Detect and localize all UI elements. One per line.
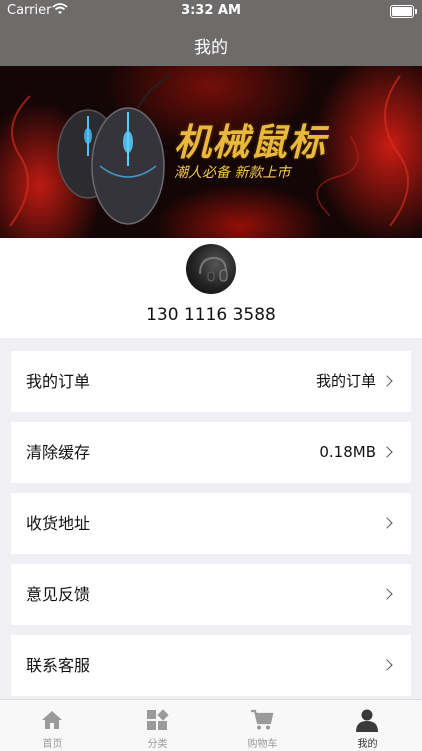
chevron-right-icon	[381, 659, 393, 671]
profile-section: 130 1116 3588	[0, 238, 422, 338]
cart-icon	[251, 709, 274, 730]
status-time: 3:32 AM	[181, 3, 241, 18]
menu-row-orders[interactable]: 我的订单 我的订单	[11, 351, 411, 412]
menu-row-label: 收货地址	[26, 514, 91, 533]
battery-icon	[390, 5, 417, 18]
chevron-right-icon	[381, 446, 393, 458]
status-bar: Carrier 3:32 AM	[0, 0, 422, 22]
menu-row-support[interactable]: 联系客服	[11, 635, 411, 696]
profile-icon	[356, 709, 378, 732]
menu-row-clear-cache[interactable]: 清除缓存 0.18MB	[11, 422, 411, 483]
tab-profile[interactable]: 我的	[315, 700, 420, 751]
chevron-right-icon	[381, 517, 393, 529]
banner-title: 机械鼠标	[174, 120, 326, 164]
menu-row-label: 清除缓存	[26, 443, 91, 462]
menu-row-label: 我的订单	[26, 372, 91, 391]
menu-row-value: 0.18MB	[319, 443, 376, 461]
menu-row-address[interactable]: 收货地址	[11, 493, 411, 554]
tab-label: 我的	[357, 739, 378, 750]
menu-row-value: 我的订单	[315, 372, 376, 390]
tab-category[interactable]: 分类	[105, 700, 210, 751]
menu-row-label: 联系客服	[26, 656, 91, 675]
category-icon	[147, 709, 169, 730]
tab-label: 购物车	[247, 739, 278, 750]
tab-cart[interactable]: 购物车	[210, 700, 315, 751]
chevron-right-icon	[381, 375, 393, 387]
tab-label: 分类	[147, 739, 168, 750]
promo-banner[interactable]: 机械鼠标 潮人必备 新款上市	[0, 66, 422, 238]
tab-home[interactable]: 首页	[0, 700, 105, 751]
headphones-icon	[199, 256, 228, 282]
chevron-right-icon	[381, 588, 393, 600]
menu-row-label: 意见反馈	[26, 585, 91, 604]
avatar[interactable]	[186, 244, 236, 294]
top-bar: Carrier 3:32 AM 我的	[0, 0, 422, 66]
menu-row-feedback[interactable]: 意见反馈	[11, 564, 411, 625]
tab-label: 首页	[42, 739, 63, 750]
user-phone: 130 1116 3588	[146, 305, 276, 325]
home-icon	[42, 711, 62, 729]
page-title: 我的	[194, 38, 228, 58]
banner-subtitle: 潮人必备 新款上市	[174, 165, 291, 181]
tab-bar: 首页 分类 购物车 我的	[0, 699, 422, 751]
